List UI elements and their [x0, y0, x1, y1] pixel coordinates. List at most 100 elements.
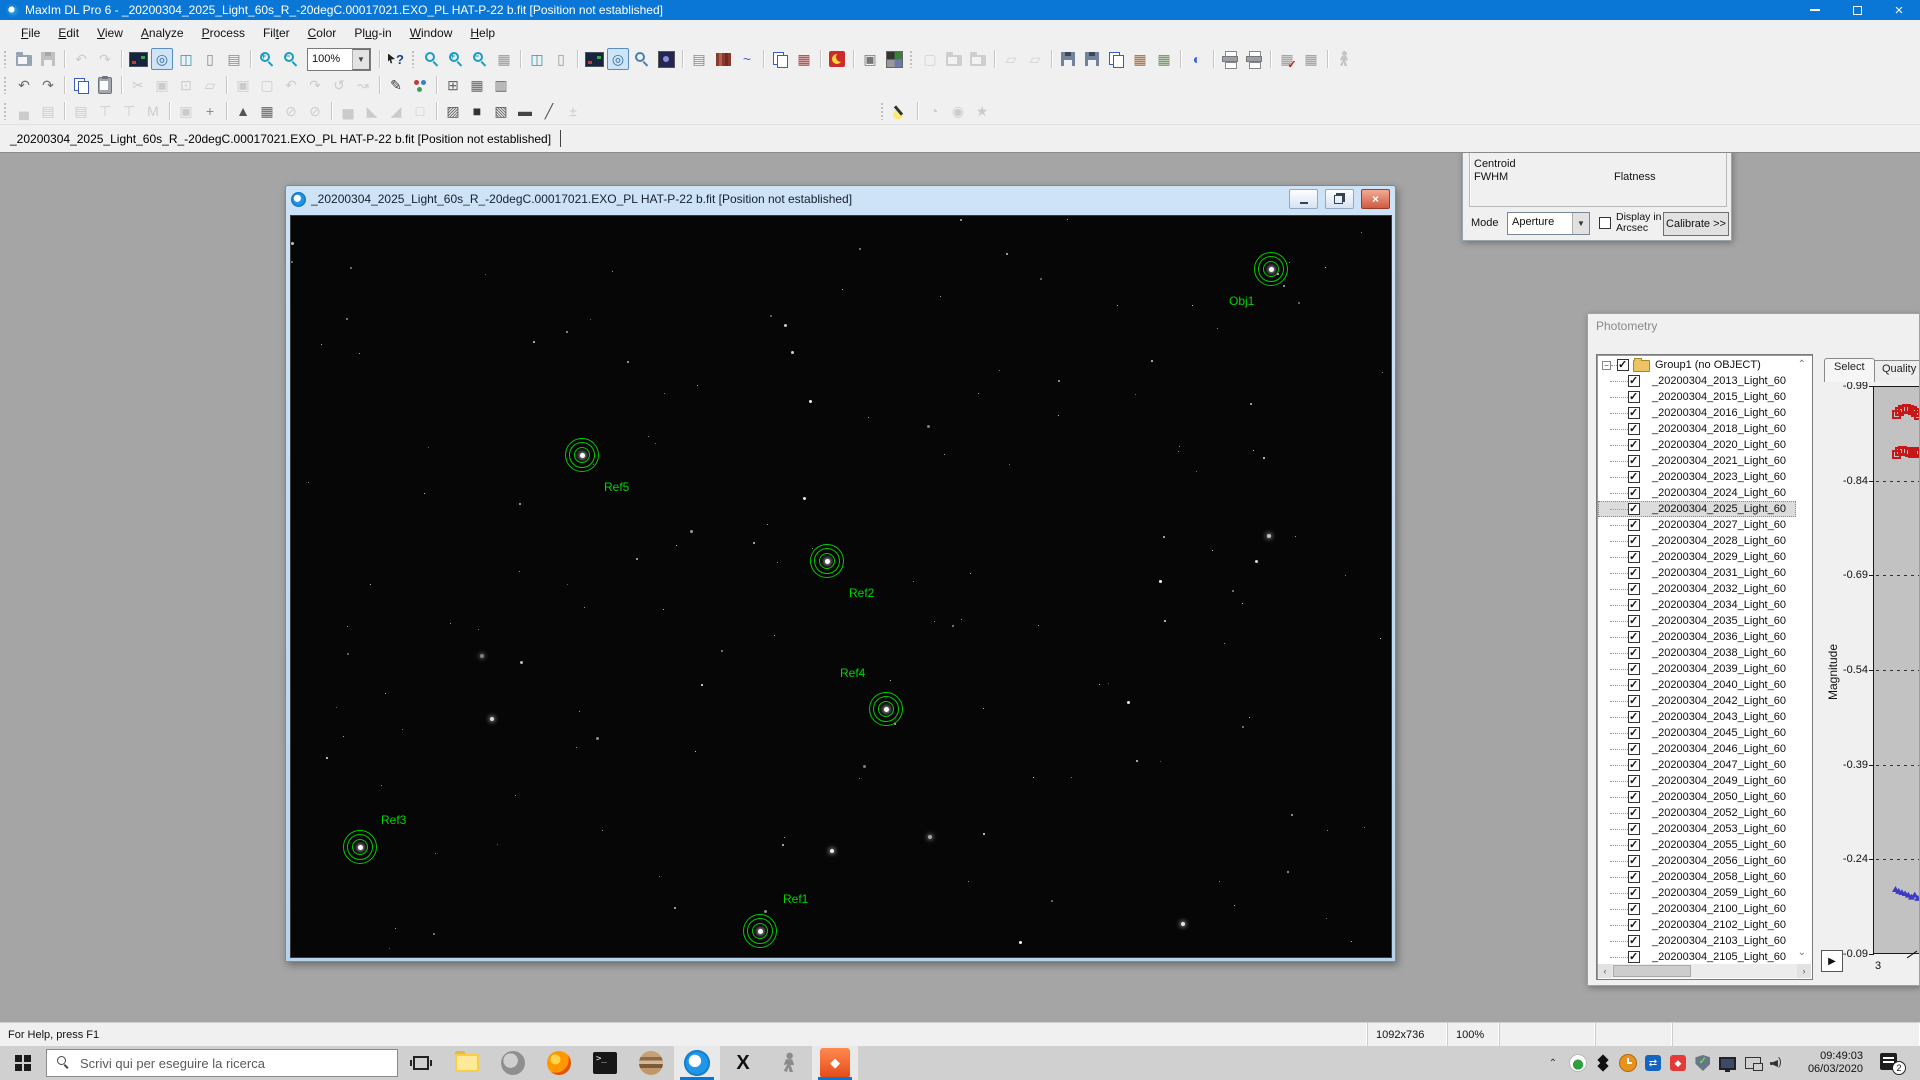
menu-view[interactable]: View [88, 22, 132, 44]
actual-pixels-icon[interactable]: ▦ [493, 48, 515, 70]
color-adjust-icon[interactable] [409, 74, 431, 96]
file-checkbox[interactable] [1628, 951, 1640, 963]
chevron-down-icon[interactable]: ▼ [1572, 213, 1589, 234]
file-checkbox[interactable] [1628, 903, 1640, 915]
toolbar-handle[interactable] [3, 76, 7, 94]
firefox-button[interactable] [536, 1046, 582, 1080]
photometry-file-row[interactable]: _20200304_2042_Light_60 [1598, 693, 1796, 709]
photometry-file-row[interactable]: _20200304_2102_Light_60 [1598, 917, 1796, 933]
magnify-in-icon[interactable]: + [445, 48, 467, 70]
pan-mode-icon[interactable]: ▯ [199, 48, 221, 70]
flash-pencil-icon[interactable] [890, 100, 912, 122]
zoom-level-combo[interactable]: 100%▼ [304, 48, 374, 70]
save-as-icon[interactable] [1081, 48, 1103, 70]
no-entry-1-icon[interactable]: ⊘ [280, 100, 302, 122]
photometry-file-row[interactable]: _20200304_2052_Light_60 [1598, 805, 1796, 821]
photometry-file-row[interactable]: _20200304_2059_Light_60 [1598, 885, 1796, 901]
task-view-button[interactable] [398, 1046, 444, 1080]
app-close-button[interactable]: × [1878, 0, 1920, 20]
export-table-icon[interactable]: ▥ [490, 74, 512, 96]
fits-header-icon[interactable]: ▤ [688, 48, 710, 70]
file-checkbox[interactable] [1628, 551, 1640, 563]
menu-color[interactable]: Color [299, 22, 346, 44]
file-checkbox[interactable] [1628, 743, 1640, 755]
blank-page-icon[interactable]: ▢ [256, 74, 278, 96]
star-tool-icon[interactable]: ★ [971, 100, 993, 122]
convert-color-icon[interactable]: ▦ [1153, 48, 1175, 70]
rotate-display-icon[interactable]: ◐ [1186, 48, 1208, 70]
copy-special-icon[interactable]: ▣ [151, 74, 173, 96]
display-tray-icon[interactable] [1719, 1054, 1737, 1072]
planet-app-button[interactable] [628, 1046, 674, 1080]
doc-measure-icon[interactable]: ▤ [70, 100, 92, 122]
rotate-left-icon[interactable]: ↶ [280, 74, 302, 96]
tab-quality[interactable]: Quality [1872, 360, 1920, 382]
annotate-pencil-icon[interactable]: ✎ [385, 74, 407, 96]
print-icon[interactable] [1243, 48, 1265, 70]
mirror-icon[interactable]: ◫ [526, 48, 548, 70]
file-checkbox[interactable] [1628, 727, 1640, 739]
mini-histogram-icon[interactable]: ▄ [13, 100, 35, 122]
paste-icon[interactable] [94, 74, 116, 96]
magnify-out-icon[interactable]: − [469, 48, 491, 70]
photometry-file-tree[interactable]: −Group1 (no OBJECT)_20200304_2013_Light_… [1596, 354, 1813, 980]
poly-2-icon[interactable]: ◢ [385, 100, 407, 122]
dropbox-tray-icon[interactable] [1594, 1054, 1612, 1072]
clock[interactable]: 09:49:03 06/03/2020 [1808, 1050, 1863, 1076]
zoom-out-icon[interactable]: − [280, 48, 302, 70]
file-checkbox[interactable] [1628, 823, 1640, 835]
pixel-export-icon[interactable]: ▦ [1300, 48, 1322, 70]
line-tool-icon[interactable]: ╱ [538, 100, 560, 122]
camera-control-icon[interactable]: ▣ [859, 48, 881, 70]
horizontal-scrollbar[interactable]: ‹› [1598, 964, 1811, 978]
undo-icon[interactable]: ↶ [70, 48, 92, 70]
open-2-icon[interactable] [943, 48, 965, 70]
toolbar-handle[interactable] [3, 102, 7, 120]
scroll-down-icon[interactable]: ⌄ [1798, 947, 1806, 958]
exposure-meter-icon[interactable]: ◔ [923, 100, 945, 122]
arcsec-checkbox[interactable] [1599, 217, 1611, 229]
run-script-icon[interactable] [1333, 48, 1355, 70]
photometry-file-row[interactable]: _20200304_2040_Light_60 [1598, 677, 1796, 693]
no-entry-2-icon[interactable]: ⊘ [304, 100, 326, 122]
image-close-button[interactable]: × [1361, 189, 1390, 209]
file-checkbox[interactable] [1628, 695, 1640, 707]
batch-save-icon[interactable] [1105, 48, 1127, 70]
photometry-file-row[interactable]: _20200304_2023_Light_60 [1598, 469, 1796, 485]
decompress-icon[interactable]: ▱ [1024, 48, 1046, 70]
photometry-group-row[interactable]: −Group1 (no OBJECT) [1598, 357, 1796, 373]
file-checkbox[interactable] [1628, 759, 1640, 771]
magnifier-icon[interactable] [421, 48, 443, 70]
fill-1-icon[interactable]: ▨ [442, 100, 464, 122]
notification-center-button[interactable]: 2 [1880, 1051, 1906, 1075]
terminal-button[interactable]: >_ [582, 1046, 628, 1080]
file-checkbox[interactable] [1628, 839, 1640, 851]
photometry-file-row[interactable]: _20200304_2036_Light_60 [1598, 629, 1796, 645]
file-checkbox[interactable] [1628, 647, 1640, 659]
tree-expander-icon[interactable]: − [1602, 361, 1611, 370]
autoguide-icon[interactable] [883, 48, 905, 70]
photometry-file-row[interactable]: _20200304_2047_Light_60 [1598, 757, 1796, 773]
toolbar-handle[interactable] [909, 50, 913, 68]
context-help-icon[interactable]: ? [385, 48, 407, 70]
copy-icon[interactable] [70, 74, 92, 96]
file-checkbox[interactable] [1628, 919, 1640, 931]
compress-icon[interactable]: ▱ [1000, 48, 1022, 70]
file-checkbox[interactable] [1628, 855, 1640, 867]
info-crosshair-icon[interactable]: ◎ [607, 48, 629, 70]
photometry-file-row[interactable]: _20200304_2034_Light_60 [1598, 597, 1796, 613]
photometry-file-row[interactable]: _20200304_2039_Light_60 [1598, 661, 1796, 677]
star-field-image[interactable]: Obj1Ref5Ref2Ref4Ref3Ref1 [290, 215, 1392, 958]
x-app-button[interactable]: X [720, 1046, 766, 1080]
photometry-file-row[interactable]: _20200304_2035_Light_60 [1598, 613, 1796, 629]
open-file-icon[interactable] [13, 48, 35, 70]
photometry-file-row[interactable]: _20200304_2024_Light_60 [1598, 485, 1796, 501]
photometry-file-row[interactable]: _20200304_2038_Light_60 [1598, 645, 1796, 661]
photometry-file-row[interactable]: _20200304_2025_Light_60 [1598, 501, 1796, 517]
photometry-file-row[interactable]: _20200304_2055_Light_60 [1598, 837, 1796, 853]
fill-2-icon[interactable]: ■ [466, 100, 488, 122]
menu-filter[interactable]: Filter [254, 22, 299, 44]
crosshair-toggle-icon[interactable]: ◎ [151, 48, 173, 70]
defender-tray-icon[interactable] [1694, 1054, 1712, 1072]
zoom-in-icon[interactable]: + [256, 48, 278, 70]
